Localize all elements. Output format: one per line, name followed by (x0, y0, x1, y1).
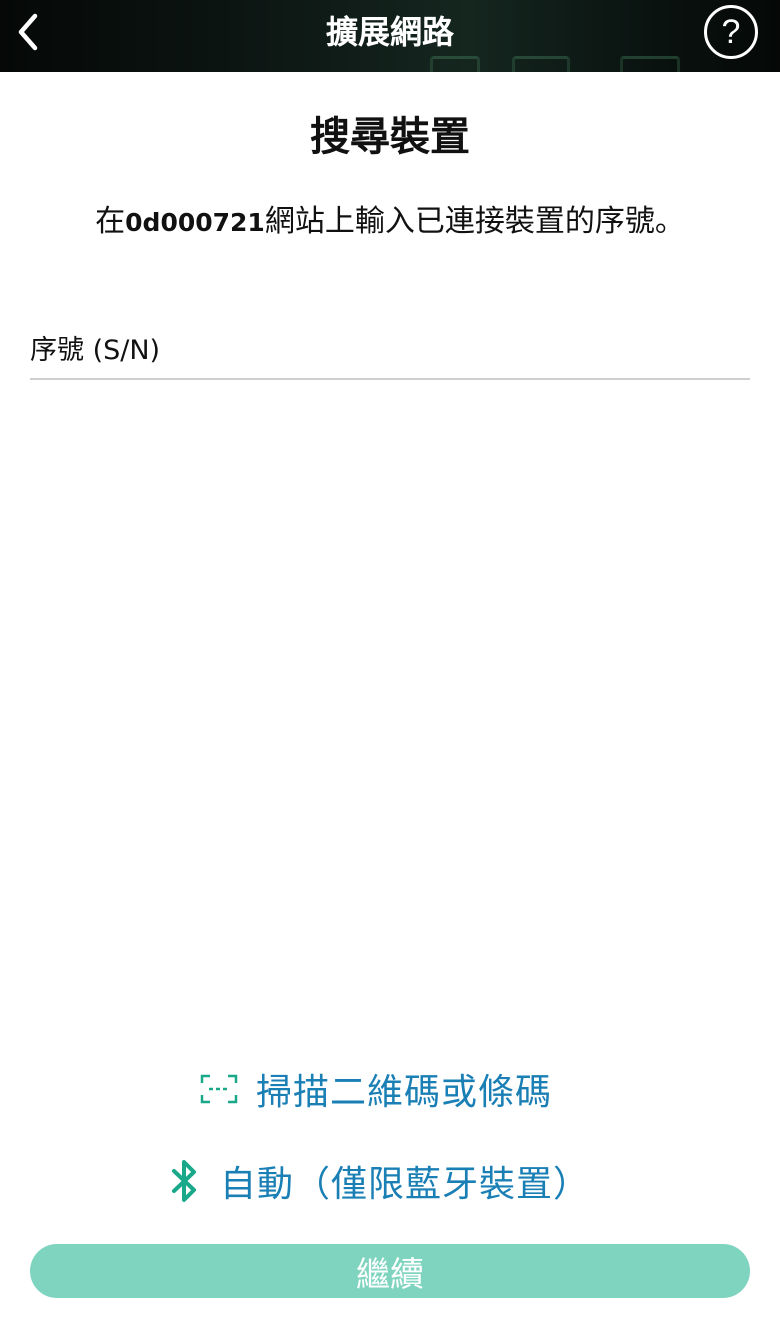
network-name: 0d000721 (125, 208, 265, 237)
serial-number-input[interactable] (30, 322, 750, 380)
chevron-left-icon (18, 13, 38, 51)
header-title: 擴展網路 (325, 13, 454, 51)
auto-bluetooth-label: 自動（僅限藍牙裝置） (220, 1164, 591, 1205)
auto-bluetooth-button[interactable]: 自動（僅限藍牙裝置） (168, 1155, 590, 1207)
header-decoration (430, 56, 480, 72)
app-header: 擴展網路 ? (0, 0, 780, 72)
continue-button[interactable]: 繼續 (30, 1244, 750, 1298)
page-title: 搜尋裝置 (310, 114, 470, 160)
instruction-suffix: 網站上輸入已連接裝置的序號。 (264, 204, 685, 239)
header-decoration (620, 56, 680, 72)
back-button[interactable] (8, 6, 48, 58)
header-decoration (512, 56, 570, 72)
instruction-text: 在0d000721網站上輸入已連接裝置的序號。 (0, 196, 780, 240)
bluetooth-icon (172, 1160, 196, 1202)
scan-code-button[interactable]: 掃描二維碼或條碼 (200, 1064, 552, 1114)
instruction-prefix: 在 (95, 204, 126, 239)
scan-frame-icon (200, 1074, 238, 1104)
scan-code-label: 掃描二維碼或條碼 (256, 1072, 553, 1113)
help-button[interactable]: ? (704, 5, 758, 59)
